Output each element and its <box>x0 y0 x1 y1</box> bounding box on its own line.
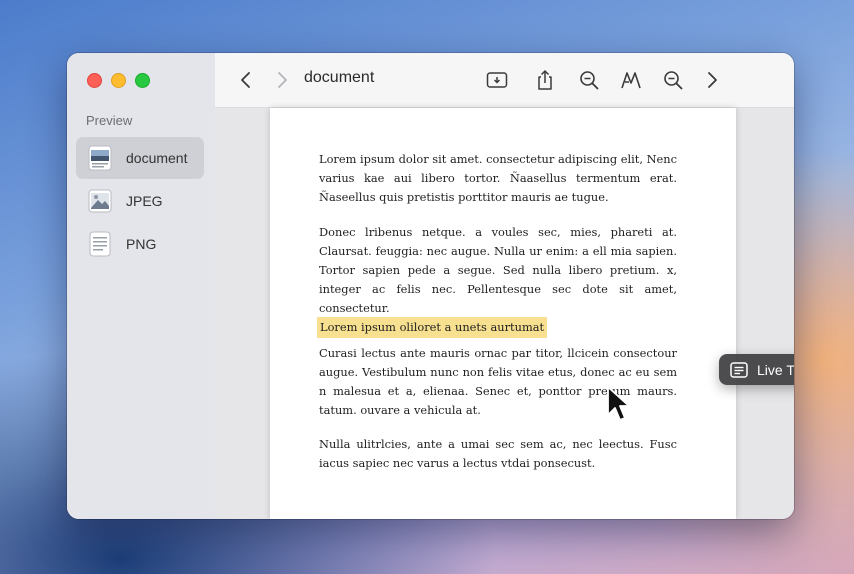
document-title: document <box>304 69 375 86</box>
document-viewer[interactable]: Lorem ipsum dolor sit amet. consectetur … <box>215 108 794 519</box>
toolbar: document <box>215 53 794 108</box>
markup-button[interactable] <box>619 68 643 92</box>
live-text-label: Live Text <box>757 361 794 378</box>
mouse-pointer-icon <box>606 385 632 428</box>
image-file-icon <box>87 188 113 214</box>
sidebar-toggle-icon <box>486 72 508 88</box>
close-window-button[interactable] <box>87 73 102 88</box>
zoom-window-button[interactable] <box>135 73 150 88</box>
text-file-icon <box>87 231 113 257</box>
paragraph-2: Donec lribenus netque. a voules sec, mie… <box>319 225 677 315</box>
back-button[interactable] <box>234 68 258 92</box>
markup-icon <box>621 72 641 89</box>
back-icon <box>241 72 250 88</box>
zoom-in-button[interactable] <box>661 68 685 92</box>
live-text-button[interactable]: Live Text <box>719 354 794 385</box>
forward-button[interactable] <box>270 68 294 92</box>
next-icon <box>708 72 717 88</box>
zoom-in-icon <box>664 71 683 90</box>
sidebar-item-png[interactable]: PNG <box>76 223 204 265</box>
sidebar-item-document[interactable]: document <box>76 137 204 179</box>
highlighted-text[interactable]: Lorem ipsum oliloret a unets aurtumat <box>317 317 548 338</box>
sidebar-title: Preview <box>86 113 133 128</box>
share-button[interactable] <box>533 68 557 92</box>
window-controls <box>87 73 150 88</box>
sidebar-item-label: document <box>126 150 188 166</box>
sidebar-item-label: JPEG <box>126 193 163 209</box>
zoom-out-button[interactable] <box>577 68 601 92</box>
document-thumbnail-icon <box>87 145 113 171</box>
paragraph-4: Nulla ulitrlcies, ante a umai sec sem ac… <box>319 437 677 470</box>
document-page[interactable]: Lorem ipsum dolor sit amet. consectetur … <box>270 108 736 519</box>
live-text-icon <box>730 361 748 378</box>
next-button[interactable] <box>700 68 724 92</box>
minimize-window-button[interactable] <box>111 73 126 88</box>
preview-window: Preview document JPEG PNG document Lorem… <box>67 53 794 519</box>
sidebar-toggle-button[interactable] <box>485 68 509 92</box>
sidebar-list: document JPEG PNG <box>76 137 204 266</box>
forward-icon <box>278 72 287 88</box>
zoom-out-icon <box>580 71 599 90</box>
sidebar-item-jpeg[interactable]: JPEG <box>76 180 204 222</box>
sidebar: Preview document JPEG PNG <box>67 53 216 519</box>
sidebar-item-label: PNG <box>126 236 157 252</box>
paragraph-1: Lorem ipsum dolor sit amet. consectetur … <box>319 152 678 204</box>
share-icon <box>538 69 552 90</box>
